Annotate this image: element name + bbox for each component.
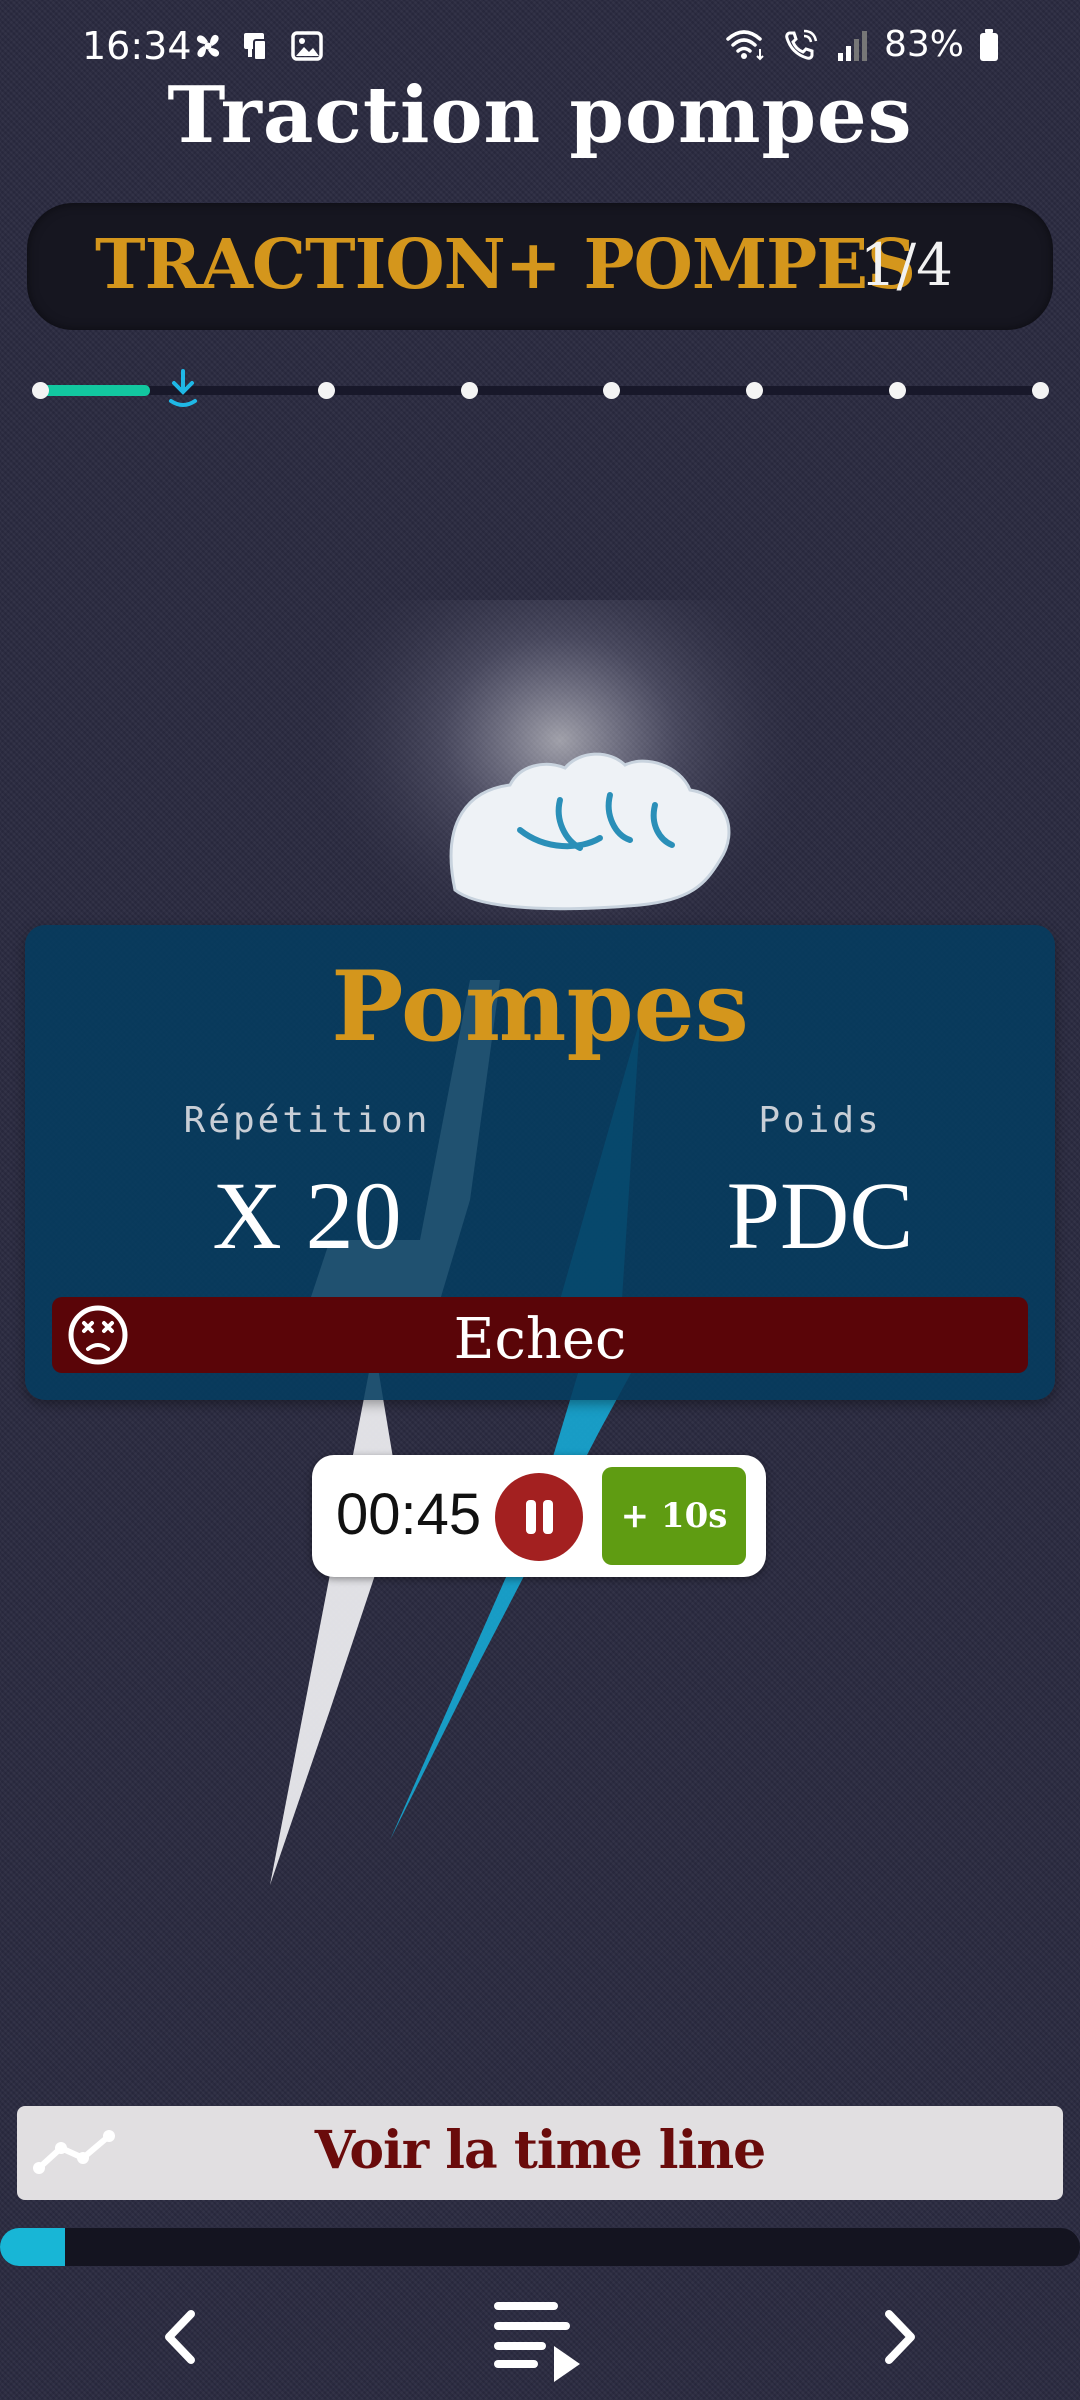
step-progress-fill xyxy=(40,385,150,396)
weight-label: Poids xyxy=(758,1100,882,1141)
reps-label: Répétition xyxy=(183,1100,431,1141)
step-dot xyxy=(32,382,49,399)
previous-button[interactable] xyxy=(135,2292,225,2382)
battery-icon xyxy=(978,27,1000,63)
session-progress-bar xyxy=(0,2228,1080,2266)
step-dot xyxy=(460,382,478,399)
phone-sync-icon xyxy=(240,28,276,64)
pause-icon xyxy=(526,1500,536,1534)
step-dot xyxy=(1032,382,1049,399)
wifi-call-icon xyxy=(782,27,822,63)
signal-icon xyxy=(836,27,870,63)
current-step-marker-icon xyxy=(163,367,203,411)
pause-button[interactable] xyxy=(495,1473,583,1561)
timer-value: 00:45 xyxy=(336,1482,482,1547)
timeline-label: Voir la time line xyxy=(314,2120,766,2181)
fail-label: Echec xyxy=(453,1307,627,1372)
reps-value: X 20 xyxy=(212,1162,402,1269)
step-dot xyxy=(746,382,764,399)
exercise-card: Pompes Répétition X 20 Poids PDC Echec xyxy=(25,925,1055,1400)
exercise-name: Pompes xyxy=(331,950,749,1063)
fail-button[interactable]: Echec xyxy=(52,1297,1028,1373)
timeline-button[interactable]: Voir la time line xyxy=(17,2106,1063,2200)
gallery-icon xyxy=(290,29,324,63)
workout-step-counter: 1/4 xyxy=(859,231,953,299)
next-button[interactable] xyxy=(855,2292,945,2382)
page-title: Traction pompes xyxy=(167,70,913,161)
step-dot xyxy=(889,382,907,399)
playlist-play-icon xyxy=(494,2302,580,2382)
status-time: 16:34 xyxy=(82,24,192,68)
workout-banner: TRACTION+ POMPES 1/4 xyxy=(27,203,1053,330)
workout-name: TRACTION+ POMPES xyxy=(95,225,916,305)
fan-icon xyxy=(190,28,226,64)
status-right: 83% xyxy=(724,24,1000,65)
add-10s-button[interactable]: + 10s xyxy=(602,1467,746,1565)
weight-value: PDC xyxy=(726,1162,914,1269)
step-progress xyxy=(32,367,1049,411)
playlist-button[interactable] xyxy=(490,2292,590,2382)
step-dot xyxy=(317,382,335,399)
session-progress-fill xyxy=(0,2228,65,2266)
wifi-icon xyxy=(724,27,768,63)
chevron-right-icon xyxy=(885,2310,915,2364)
chevron-left-icon xyxy=(165,2310,195,2364)
pause-icon-bar xyxy=(543,1500,553,1534)
battery-percentage: 83% xyxy=(883,24,964,65)
status-left-icons xyxy=(190,28,324,64)
rest-timer: 00:45 + 10s xyxy=(312,1455,766,1577)
step-dot xyxy=(603,382,621,399)
